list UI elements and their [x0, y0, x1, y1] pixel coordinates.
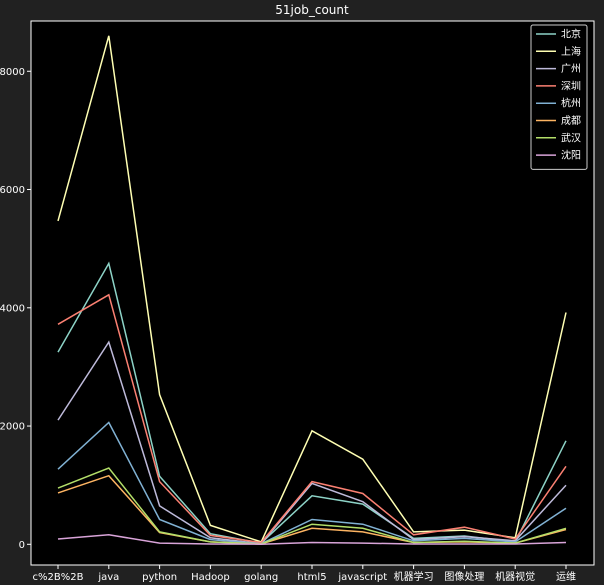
legend-label: 北京 — [561, 28, 581, 41]
x-tick-label: golang — [244, 572, 278, 583]
line-chart: 51job_count 0 2000 4000 6000 8000 c%2B%2B jav… — [0, 3, 595, 583]
chart-figure: 51job_count 0 2000 4000 6000 8000 c%2B%2B jav… — [0, 0, 604, 585]
legend-label: 上海 — [561, 45, 581, 58]
chart-title: 51job_count — [275, 3, 349, 17]
x-tick-label: Hadoop — [191, 572, 230, 583]
legend-label: 杭州 — [561, 97, 581, 110]
legend-label: 广州 — [561, 63, 581, 75]
x-tick-label: python — [142, 572, 177, 583]
x-axis: c%2B%2B java python Hadoop golang html5 javasc… — [33, 565, 576, 583]
x-tick-label: 运维 — [556, 570, 576, 583]
legend: 北京上海广州深圳杭州成都武汉沈阳 — [530, 24, 588, 170]
y-tick-label: 0 — [19, 540, 25, 551]
x-tick-label: html5 — [297, 572, 326, 583]
x-tick-label: 机器学习 — [394, 570, 434, 583]
legend-label: 成都 — [561, 115, 581, 127]
x-tick-label: c%2B%2B — [33, 572, 84, 583]
legend-label: 武汉 — [561, 131, 581, 144]
x-tick-label: 机器视觉 — [495, 570, 535, 583]
y-tick-label: 8000 — [0, 67, 25, 78]
y-tick-label: 6000 — [0, 185, 25, 196]
x-tick-label: java — [97, 572, 119, 583]
legend-label: 深圳 — [561, 80, 581, 92]
legend-label: 沈阳 — [561, 149, 581, 162]
y-tick-label: 2000 — [0, 422, 25, 433]
y-tick-label: 4000 — [0, 303, 25, 314]
y-axis: 0 2000 4000 6000 8000 — [0, 67, 31, 551]
x-tick-label: 图像处理 — [444, 571, 484, 583]
x-tick-label: javascript — [337, 572, 387, 583]
